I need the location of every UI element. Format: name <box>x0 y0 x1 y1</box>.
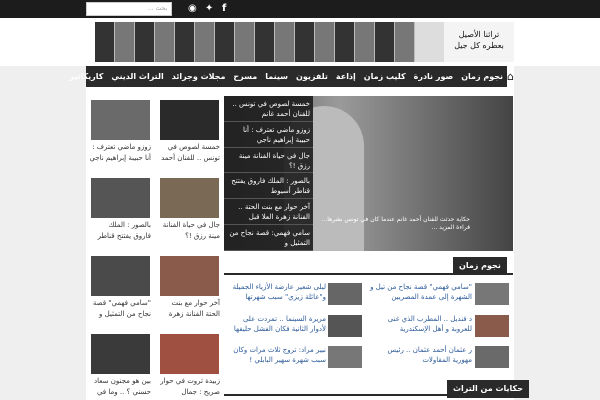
nav-item[interactable]: نجوم زمان <box>457 66 507 87</box>
banner-face <box>215 22 235 62</box>
banner: تراثنا الأصيل بعطره كل جيل <box>95 22 514 62</box>
main-nav: ⌂ نجوم زمان صور نادرة كليب زمان إذاعة تل… <box>69 66 514 87</box>
banner-face <box>295 22 315 62</box>
nav-item[interactable]: سينما <box>261 66 292 87</box>
sidebar-item[interactable]: جال في حياة الفنانة مينة رزق !؟ <box>158 220 220 242</box>
news-thumb[interactable] <box>328 346 362 368</box>
sidebar-item[interactable]: خمسة لصوص في تونس .. للفنان أحمد <box>158 142 220 164</box>
sidebar-thumb[interactable] <box>91 256 150 296</box>
banner-face <box>275 22 295 62</box>
banner-face <box>375 22 395 62</box>
slider-list-item[interactable]: سامي فهمي: قصة نجاح من التمثيل و <box>224 225 313 251</box>
news-item[interactable]: ليلى شعير عارضة الأزياء الجميلة و"عائلة … <box>226 282 326 302</box>
nav-item[interactable]: مسرح <box>229 66 261 87</box>
news-item[interactable]: ر عثمان أحمد عثمان .. رئيس مهورية المقاو… <box>370 345 472 365</box>
banner-face <box>135 22 155 62</box>
slider-list-item[interactable]: زوزو ماضي تعترف : أنا حبيبة إبراهيم ناجي <box>224 122 313 148</box>
rss-icon[interactable]: ◉ <box>188 2 197 16</box>
nav-item[interactable]: صور نادرة <box>410 66 458 87</box>
nav-item[interactable]: كاريكاتير <box>65 66 107 87</box>
banner-face <box>255 22 275 62</box>
sidebar-item[interactable]: بالصور : الملك فاروق يفتتح قناطر <box>89 220 151 242</box>
news-thumb[interactable] <box>475 346 509 368</box>
news-item[interactable]: د فنديل .. المطرب الذي غنى للعروبة و أهل… <box>370 314 472 334</box>
banner-face <box>95 22 115 62</box>
sidebar-thumb[interactable] <box>91 178 150 218</box>
news-item[interactable]: "سامي فهمي" قصة نجاح من تيل و الشهرة إلى… <box>370 282 472 302</box>
news-thumb[interactable] <box>328 315 362 337</box>
banner-face <box>355 22 375 62</box>
news-thumb[interactable] <box>328 283 362 305</box>
nav-item[interactable]: كليب زمان <box>360 66 410 87</box>
home-icon[interactable]: ⌂ <box>507 66 514 87</box>
twitter-icon[interactable]: ✦ <box>205 2 213 16</box>
nav-item[interactable]: إذاعة <box>332 66 360 87</box>
sidebar-item[interactable]: زبيدة ثروت في حوار صريح : جمال <box>158 376 220 398</box>
sidebar-thumb[interactable] <box>91 100 150 140</box>
slider-caption[interactable]: حكاية حدثت للفنان أحمد غانم عندما كان في… <box>320 216 470 232</box>
slider-list-item[interactable]: جال في حياة الفنانة مينة رزق !؟ <box>224 148 313 174</box>
banner-face <box>335 22 355 62</box>
sidebar-item[interactable]: زوزو ماضي تعترف : أنا حبيبة إبراهيم ناجي <box>89 142 151 164</box>
nav-item[interactable]: التراث الديني <box>107 66 167 87</box>
sidebar-item[interactable]: "سامي فهمي" قصة نجاح من التمثيل و <box>89 298 151 320</box>
sidebar-thumb[interactable] <box>160 256 219 296</box>
slogan-line-1: تراثنا الأصيل <box>458 30 500 39</box>
sidebar-item[interactable]: بين هو مجنون سعاد حسني ؟ .. وما في <box>89 376 151 398</box>
top-bar: بحث ... ◉ ✦ f <box>0 0 600 18</box>
slider-list-item[interactable]: خمسة لصوص في تونس .. للفنان أحمد غانم <box>224 96 313 122</box>
nav-item[interactable]: تلفزيون <box>292 66 332 87</box>
section-title[interactable]: حكايات من التراث <box>447 380 529 398</box>
news-item[interactable]: مريرة السينما .. تمردت على لأدوار الثاني… <box>226 314 326 334</box>
banner-face <box>195 22 215 62</box>
banner-face <box>315 22 335 62</box>
sidebar-thumb[interactable] <box>160 334 219 374</box>
slogan-line-2: بعطره كل جيل <box>454 41 504 50</box>
banner-face <box>235 22 255 62</box>
banner-face <box>395 22 415 62</box>
banner-face <box>115 22 135 62</box>
news-thumb[interactable] <box>475 315 509 337</box>
sidebar-thumb[interactable] <box>160 178 219 218</box>
news-thumb[interactable] <box>475 283 509 305</box>
search-input[interactable]: بحث ... <box>86 2 172 16</box>
nav-item[interactable]: مجلات وجرائد <box>168 66 230 87</box>
slider-list-item[interactable]: آخر حوار مع بنت الحتة .. الفنانة زهرة ال… <box>224 199 313 225</box>
sidebar-thumb[interactable] <box>160 100 219 140</box>
facebook-icon[interactable]: f <box>222 2 226 16</box>
news-item[interactable]: نبير مراد: تروج ثلاث مرات وكان سبب شهرة … <box>226 345 326 365</box>
slider-list-item[interactable]: بالصور : الملك فاروق يفتتح قناطر أسيوط <box>224 173 313 200</box>
site-slogan: تراثنا الأصيل بعطره كل جيل <box>444 22 514 62</box>
banner-face <box>155 22 175 62</box>
sidebar-item[interactable]: آخر حوار مع بنت الحتة الفنانة زهرة <box>158 298 220 320</box>
banner-face <box>175 22 195 62</box>
sidebar-thumb[interactable] <box>91 334 150 374</box>
section-title[interactable]: نجوم زمان <box>453 257 507 275</box>
slider-list: خمسة لصوص في تونس .. للفنان أحمد غانم زو… <box>224 96 313 251</box>
